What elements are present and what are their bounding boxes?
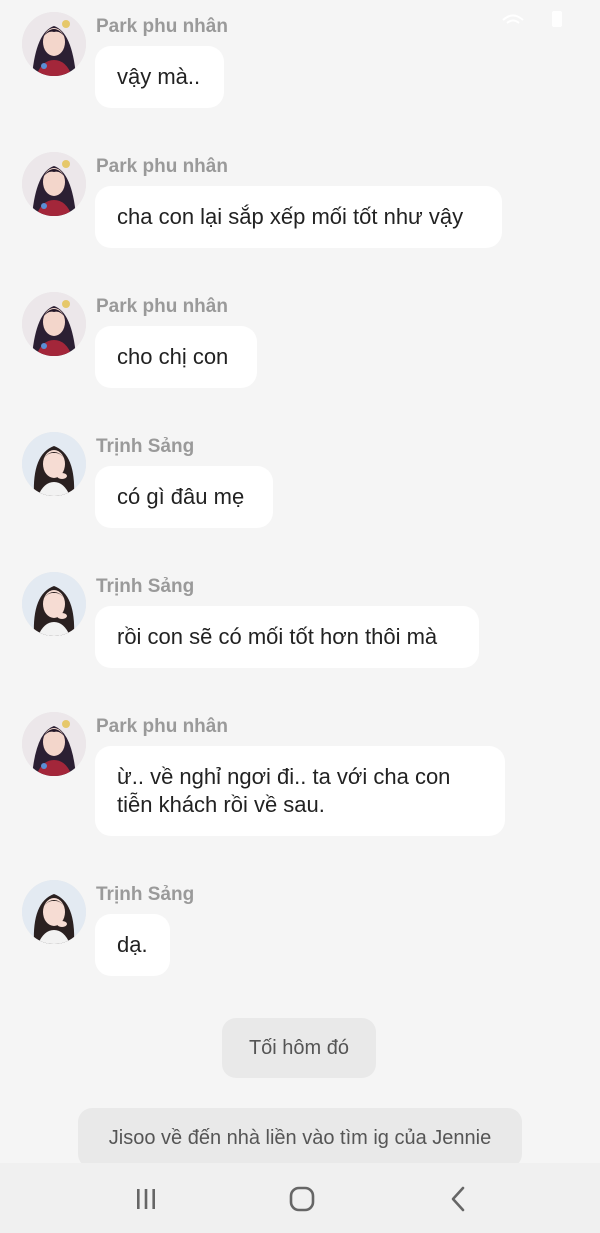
- park-avatar-icon[interactable]: [22, 712, 86, 776]
- message-bubble[interactable]: cha con lại sắp xếp mối tốt như vậy: [95, 186, 502, 248]
- sender-name: Park phu nhân: [96, 156, 228, 177]
- sender-name: Trịnh Sảng: [96, 884, 195, 905]
- message-bubble[interactable]: có gì đâu mẹ: [95, 466, 273, 528]
- back-icon[interactable]: [438, 1181, 478, 1217]
- status-bar: [0, 0, 600, 40]
- message-bubble[interactable]: dạ.: [95, 914, 170, 976]
- wifi-icon: [502, 14, 524, 24]
- park-avatar-icon[interactable]: [22, 152, 86, 216]
- sender-name: Park phu nhân: [96, 296, 228, 317]
- sender-name: Park phu nhân: [96, 716, 228, 737]
- trinh-avatar-icon[interactable]: [22, 880, 86, 944]
- park-avatar-icon[interactable]: [22, 12, 86, 76]
- narration-note: Jisoo về đến nhà liền vào tìm ig của Jen…: [78, 1108, 522, 1168]
- park-avatar-icon[interactable]: [22, 292, 86, 356]
- sender-name: Park phu nhân: [96, 16, 228, 37]
- message-bubble[interactable]: rồi con sẽ có mối tốt hơn thôi mà: [95, 606, 479, 668]
- message-bubble[interactable]: vậy mà..: [95, 46, 224, 108]
- sender-name: Trịnh Sảng: [96, 576, 195, 597]
- system-nav-bar: [0, 1163, 600, 1233]
- home-icon[interactable]: [282, 1181, 322, 1217]
- message-bubble[interactable]: cho chị con: [95, 326, 257, 388]
- battery-icon: [552, 11, 562, 27]
- trinh-avatar-icon[interactable]: [22, 432, 86, 496]
- recent-apps-icon[interactable]: [126, 1181, 166, 1217]
- sender-name: Trịnh Sảng: [96, 436, 195, 457]
- message-bubble[interactable]: ừ.. về nghỉ ngơi đi.. ta với cha con tiễ…: [95, 746, 505, 836]
- trinh-avatar-icon[interactable]: [22, 572, 86, 636]
- narration-note: Tối hôm đó: [222, 1018, 376, 1078]
